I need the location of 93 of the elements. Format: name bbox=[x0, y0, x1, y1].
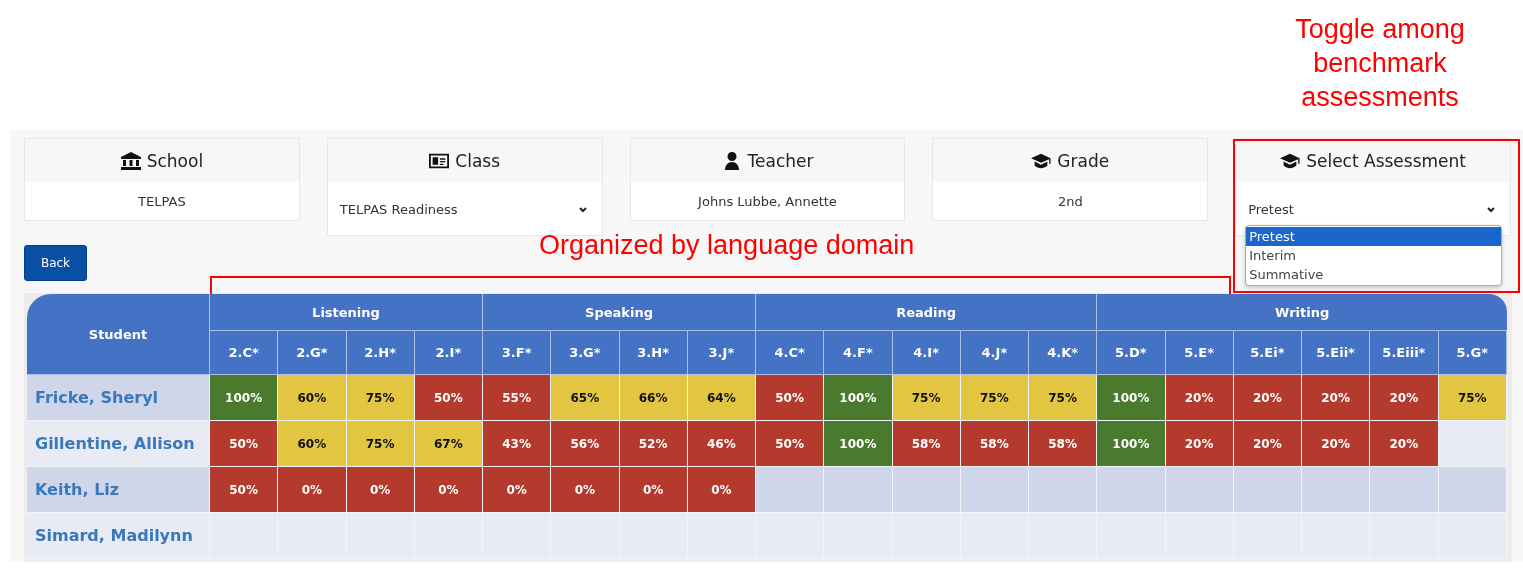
graduation-cap-icon bbox=[1280, 151, 1301, 170]
score-cell: 65% bbox=[551, 375, 620, 421]
column-header: 3.G* bbox=[551, 331, 620, 375]
back-button[interactable]: Back bbox=[24, 245, 87, 281]
card-title: Select Assessment bbox=[1306, 150, 1466, 171]
column-header: 2.G* bbox=[278, 331, 347, 375]
score-cell: 43% bbox=[483, 421, 552, 467]
score-cell: 100% bbox=[210, 375, 279, 421]
column-header: 4.F* bbox=[824, 331, 893, 375]
dropdown-option[interactable]: Pretest bbox=[1246, 227, 1502, 246]
score-cell: 50% bbox=[210, 467, 279, 513]
score-cell: 0% bbox=[619, 467, 688, 513]
student-name[interactable]: Simard, Madilynn bbox=[27, 513, 210, 559]
column-header: 4.K* bbox=[1029, 331, 1098, 375]
domain-header: Speaking bbox=[483, 294, 756, 331]
column-header: 5.D* bbox=[1097, 331, 1166, 375]
column-header: 3.J* bbox=[687, 331, 756, 375]
score-cell: 58% bbox=[1029, 421, 1098, 467]
score-cell: 0% bbox=[483, 467, 552, 513]
score-cell: 20% bbox=[1233, 421, 1302, 467]
domain-header: Writing bbox=[1097, 294, 1507, 331]
score-cell: 52% bbox=[619, 421, 688, 467]
score-cell: 50% bbox=[756, 375, 825, 421]
column-header: 3.F* bbox=[483, 331, 552, 375]
score-cell: 66% bbox=[619, 375, 688, 421]
score-cell: 75% bbox=[892, 375, 961, 421]
score-cell: 64% bbox=[687, 375, 756, 421]
column-header: 5.G* bbox=[1438, 331, 1507, 375]
column-header: 4.C* bbox=[756, 331, 825, 375]
student-name[interactable]: Gillentine, Allison bbox=[27, 421, 210, 467]
score-cell: 50% bbox=[756, 421, 825, 467]
score-cell: 75% bbox=[1438, 375, 1507, 421]
score-cell: 100% bbox=[824, 421, 893, 467]
id-card-icon bbox=[429, 151, 450, 170]
score-cell: 58% bbox=[960, 421, 1029, 467]
column-header: 2.I* bbox=[414, 331, 483, 375]
caret-icon bbox=[577, 205, 588, 214]
caret-icon bbox=[1486, 205, 1496, 214]
select-field[interactable]: Pretest bbox=[1248, 200, 1496, 217]
domain-header: Listening bbox=[210, 294, 483, 331]
score-cell: 0% bbox=[687, 467, 756, 513]
score-cell: 58% bbox=[892, 421, 961, 467]
score-cell: 100% bbox=[1097, 375, 1166, 421]
score-cell: 100% bbox=[824, 375, 893, 421]
score-cell: 0% bbox=[551, 467, 620, 513]
card-title: Grade bbox=[1057, 150, 1110, 171]
card-title: Class bbox=[455, 150, 501, 171]
score-cell: 56% bbox=[551, 421, 620, 467]
column-header: 5.Ei* bbox=[1233, 331, 1302, 375]
dropdown-option[interactable]: Summative bbox=[1246, 265, 1502, 284]
score-cell: 67% bbox=[414, 421, 483, 467]
score-cell: 75% bbox=[960, 375, 1029, 421]
score-cell: 50% bbox=[210, 421, 279, 467]
score-cell: 75% bbox=[346, 421, 415, 467]
column-header: 2.C* bbox=[210, 331, 279, 375]
score-cell: 0% bbox=[414, 467, 483, 513]
annotation-text: Organized by language domain bbox=[539, 229, 915, 262]
card-value: Johns Lubbe, Annette bbox=[698, 193, 837, 209]
score-cell: 75% bbox=[346, 375, 415, 421]
score-cell: 60% bbox=[278, 421, 347, 467]
score-cell: 20% bbox=[1302, 375, 1371, 421]
card-value: TELPAS bbox=[138, 193, 186, 209]
select-field[interactable]: TELPAS Readiness bbox=[339, 200, 588, 217]
bank-icon bbox=[120, 151, 141, 170]
column-header: 5.Eii* bbox=[1302, 331, 1371, 375]
column-header: 4.J* bbox=[960, 331, 1029, 375]
card-title: School bbox=[146, 150, 204, 171]
score-cell: 20% bbox=[1370, 421, 1439, 467]
score-cell: 20% bbox=[1233, 375, 1302, 421]
score-cell: 0% bbox=[346, 467, 415, 513]
score-cell: 75% bbox=[1029, 375, 1098, 421]
card-title: Teacher bbox=[747, 150, 814, 171]
score-cell: 20% bbox=[1165, 375, 1234, 421]
domain-header: Reading bbox=[756, 294, 1098, 331]
column-header: 5.Eiii* bbox=[1370, 331, 1439, 375]
dropdown-option[interactable]: Interim bbox=[1246, 246, 1502, 265]
column-header: 4.I* bbox=[892, 331, 961, 375]
column-header: 5.E* bbox=[1165, 331, 1234, 375]
column-header: 3.H* bbox=[619, 331, 688, 375]
annotation-text: Toggle among benchmark assessments bbox=[1294, 13, 1466, 114]
column-header: 2.H* bbox=[346, 331, 415, 375]
score-cell: 20% bbox=[1302, 421, 1371, 467]
card-value: 2nd bbox=[1057, 193, 1083, 209]
score-cell: 0% bbox=[278, 467, 347, 513]
score-cell: 55% bbox=[483, 375, 552, 421]
score-cell: 60% bbox=[278, 375, 347, 421]
score-cell: 46% bbox=[687, 421, 756, 467]
column-header: Student bbox=[27, 294, 210, 375]
score-cell: 50% bbox=[414, 375, 483, 421]
score-cell: 20% bbox=[1370, 375, 1439, 421]
score-cell: 100% bbox=[1097, 421, 1166, 467]
graduation-cap-icon bbox=[1031, 151, 1052, 170]
score-cell: 20% bbox=[1165, 421, 1234, 467]
